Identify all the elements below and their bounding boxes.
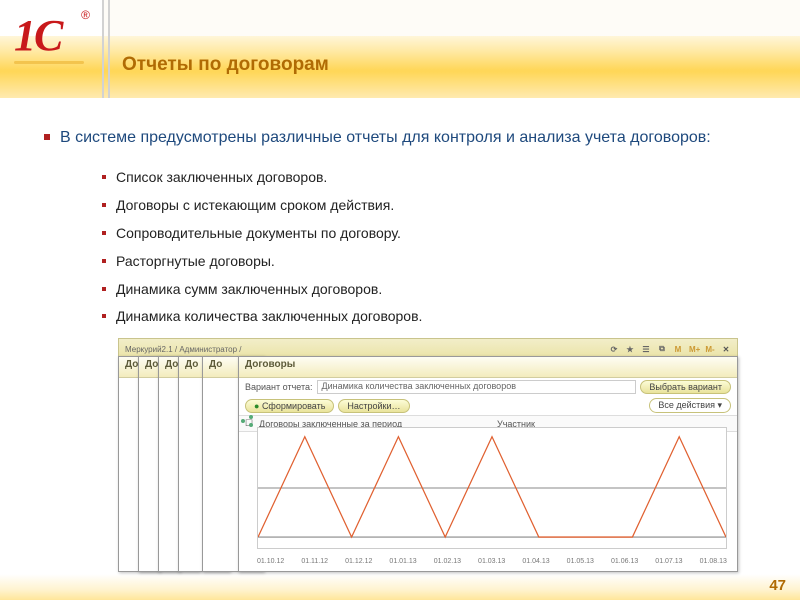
front-window: Договоры Вариант отчета: Динамика количе… <box>238 356 738 572</box>
bullet-square-icon <box>102 259 106 263</box>
chrome-mminus-icon[interactable]: M- <box>705 345 715 354</box>
bullet-square-icon <box>102 203 106 207</box>
chrome-refresh-icon[interactable]: ⟳ <box>609 345 619 354</box>
list-item: Динамика сумм заключенных договоров. <box>102 280 760 299</box>
bullet-square-icon <box>102 287 106 291</box>
list-item: Динамика количества заключенных договоро… <box>102 307 760 326</box>
toolbar-row: Сформировать Настройки… Все действия ▾ <box>239 396 737 415</box>
header-band <box>0 36 800 98</box>
logo-1c: 1С ® <box>14 10 84 60</box>
app-title: Меркурий2.1 / Администратор / <box>125 345 242 354</box>
front-window-title: Договоры <box>239 357 737 378</box>
list-item: Список заключенных договоров. <box>102 168 760 187</box>
footer-band <box>0 574 800 600</box>
bullet-square-icon <box>102 231 106 235</box>
list-item: Договоры с истекающим сроком действия. <box>102 196 760 215</box>
list-item: Сопроводительные документы по договору. <box>102 224 760 243</box>
share-icon[interactable] <box>241 415 253 427</box>
list-item: Расторгнутые договоры. <box>102 252 760 271</box>
slide-content: В системе предусмотрены различные отчеты… <box>48 128 760 335</box>
page-number: 47 <box>769 577 786 594</box>
chrome-mplus-icon[interactable]: M+ <box>689 345 699 354</box>
variant-label: Вариант отчета: <box>245 382 313 392</box>
chrome-menu-icon[interactable]: ☰ <box>641 345 651 354</box>
intro-text: В системе предусмотрены различные отчеты… <box>44 128 760 148</box>
line-chart <box>258 428 726 548</box>
screenshot-stack: Меркурий2.1 / Администратор / ⟳ ★ ☰ ⧉ M … <box>118 338 738 576</box>
logo-text: 1С <box>14 11 61 60</box>
bullet-square-icon <box>102 175 106 179</box>
logo-reg-mark: ® <box>81 8 90 22</box>
chrome-m-icon[interactable]: M <box>673 345 683 354</box>
chrome-close-icon[interactable]: ✕ <box>721 345 731 354</box>
app-chrome-bar: Меркурий2.1 / Администратор / ⟳ ★ ☰ ⧉ M … <box>118 338 738 358</box>
vertical-rule-2 <box>108 0 110 98</box>
slide-title: Отчеты по договорам <box>122 54 329 76</box>
report-list: Список заключенных договоров. Договоры с… <box>102 168 760 326</box>
form-report-button[interactable]: Сформировать <box>245 399 334 413</box>
chart-area <box>257 427 727 549</box>
chrome-favorite-icon[interactable]: ★ <box>625 345 635 354</box>
bullet-square-icon <box>102 314 106 318</box>
vertical-rule-1 <box>102 0 104 98</box>
chrome-windows-icon[interactable]: ⧉ <box>657 344 667 354</box>
variant-select[interactable]: Динамика количества заключенных договоро… <box>317 380 637 394</box>
settings-button[interactable]: Настройки… <box>338 399 409 413</box>
variant-row: Вариант отчета: Динамика количества закл… <box>239 378 737 396</box>
upper-decor-strip <box>102 0 800 36</box>
x-axis-labels: 01.10.12 01.11.12 01.12.12 01.01.13 01.0… <box>257 558 727 565</box>
all-actions-button[interactable]: Все действия ▾ <box>649 398 731 413</box>
select-variant-button[interactable]: Выбрать вариант <box>640 380 731 394</box>
bullet-square-icon <box>44 134 50 140</box>
